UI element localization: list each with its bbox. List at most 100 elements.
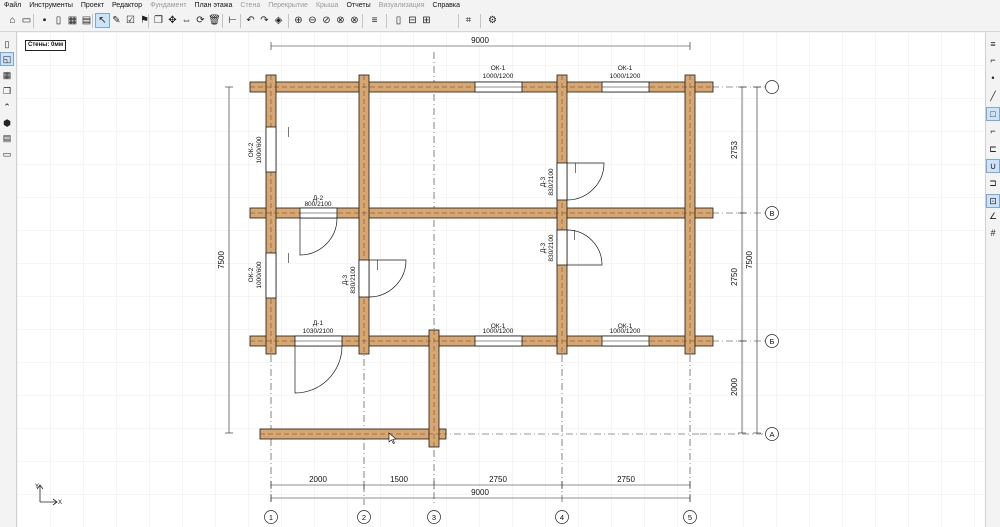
menu-item-12[interactable]: Справка [429, 0, 464, 11]
zoom-fit-icon[interactable]: ⊗ [334, 14, 347, 27]
layers-icon[interactable]: ◈ [272, 14, 285, 27]
stair-icon[interactable]: ⊏ [987, 143, 999, 155]
pan-right-icon[interactable]: ⊘ [320, 14, 333, 27]
select-arrow-icon[interactable]: ↖ [95, 13, 110, 28]
axis-letter: Б [770, 337, 775, 346]
list-icon[interactable]: ≡ [368, 14, 381, 27]
roof-icon[interactable]: ⌃ [1, 101, 13, 113]
menu-icon[interactable]: ≡ [987, 38, 999, 50]
grid-snap-icon[interactable]: # [987, 227, 999, 239]
opening [556, 229, 568, 266]
lines-icon[interactable]: ⊟ [406, 14, 419, 27]
window-size: 1000/1200 [610, 328, 641, 335]
snap-icon[interactable]: ⊐ [987, 177, 999, 189]
crop-icon[interactable]: ⌗ [462, 14, 475, 27]
menu-bar: Файл Инструменты Проект Редактор Фундамент Пл… [0, 0, 1000, 11]
redo-icon[interactable]: ↷ [258, 14, 271, 27]
menu-item-2[interactable]: Инструменты [25, 0, 77, 11]
dim-total-top: 9000 [471, 36, 489, 45]
menu-item-10[interactable]: Отчеты [342, 0, 374, 11]
opening [265, 126, 277, 173]
ucs-x-label: X [58, 500, 62, 506]
menu-item-9[interactable]: Крыша [312, 0, 343, 11]
toolbar-separator [458, 14, 459, 28]
angle-icon[interactable]: ∠ [987, 210, 999, 222]
toolbar-separator [362, 14, 363, 28]
book-icon[interactable]: ▯ [52, 14, 65, 27]
axis-number: 3 [432, 513, 436, 522]
copy-layer-icon[interactable]: ❐ [1, 85, 13, 97]
opening [358, 259, 370, 298]
undo-icon[interactable]: ↶ [244, 14, 257, 27]
step-icon[interactable]: ⌐ [987, 125, 999, 137]
menu-item-5[interactable]: Фундамент [146, 0, 190, 11]
stack-icon[interactable]: ▭ [1, 148, 13, 160]
grid-icon[interactable]: ▦ [66, 14, 79, 27]
toolbar-separator [288, 14, 289, 28]
rotate-icon[interactable]: ⟳ [194, 14, 207, 27]
menu-item-4[interactable]: Редактор [108, 0, 146, 11]
drawing-canvas[interactable]: ОК-1 1000/1200 ОК-1 1000/1200 ОК-1 1000/1200 О… [17, 32, 984, 527]
dim-total-bottom: 9000 [471, 488, 489, 497]
door-size: 1030/2100 [303, 328, 334, 335]
main-toolbar: ⌂ ▭ ▪ ▯ ▦ ▤ ↖ ✎ ☑ ⚑ ❐ ✥ ⇔ ⟳ 🗑 ⊢ ↶ ↷ ◈ ⊕ ⊖ ⊘ ⊗ ⊗ ≡ ▯ ⊟ ⊞ ⌗ ⚙ [0, 11, 1000, 32]
dim-segment-bottom: 2750 [617, 475, 635, 484]
window-size: 1000/600 [256, 261, 263, 288]
plan-view-icon[interactable]: ◱ [0, 52, 14, 66]
grid-small-icon[interactable]: ▤ [1, 132, 13, 144]
menu-item-1[interactable]: Файл [0, 0, 25, 11]
floor-plan[interactable]: ОК-11000/1200ОК-11000/1200ОК-11000/1200О… [17, 32, 984, 527]
save-icon[interactable]: ▪ [38, 14, 51, 27]
menu-item-8[interactable]: Перекрытие [264, 0, 312, 11]
window-label: ОК-1 [618, 65, 633, 72]
toolbar-separator [480, 14, 481, 28]
dim-segment-bottom: 2750 [489, 475, 507, 484]
cancel-icon[interactable]: ⊗ [348, 14, 361, 27]
window-label: ОК-2 [248, 142, 255, 157]
door-label: Д-3 [540, 177, 547, 188]
axis-letter: В [769, 209, 774, 218]
flag-icon[interactable]: ⚑ [138, 14, 151, 27]
rectangle-icon[interactable]: □ [986, 107, 1000, 121]
3d-view-icon[interactable]: ⬢ [1, 117, 13, 129]
menu-item-11[interactable]: Визуализация [375, 0, 429, 11]
settings-icon[interactable]: ⚙ [486, 14, 499, 27]
menu-item-7[interactable]: Стена [236, 0, 264, 11]
move-icon[interactable]: ✥ [166, 14, 179, 27]
pan-left-icon[interactable]: ⊖ [306, 14, 319, 27]
copy-icon[interactable]: ❐ [152, 14, 165, 27]
right-tool-panel: ≡ ⌐ • ╱ □ ⌐ ⊏ ∪ ⊐ ⊡ ∠ # [985, 32, 1000, 527]
page-icon[interactable]: ▯ [1, 38, 13, 50]
delete-icon[interactable]: 🗑 [208, 14, 221, 27]
ucs-y-label: Y [35, 484, 39, 490]
wall-thickness-indicator: Стены: 0мм [25, 40, 67, 51]
axis-number: 5 [688, 513, 692, 522]
window-icon[interactable]: ⊞ [420, 14, 433, 27]
dimension-icon[interactable]: ⊢ [226, 14, 239, 27]
zoom-in-icon[interactable]: ⊕ [292, 14, 305, 27]
point-icon[interactable]: • [987, 72, 999, 84]
dim-segment-bottom: 2000 [309, 475, 327, 484]
window-size: 1000/600 [256, 136, 263, 163]
menu-item-6[interactable]: План этажа [191, 0, 237, 11]
pencil-icon[interactable]: ✎ [110, 14, 123, 27]
open-folder-icon[interactable]: ▭ [20, 14, 33, 27]
frame-icon[interactable]: ▯ [392, 14, 405, 27]
wall-icon[interactable]: ▦ [1, 69, 13, 81]
table-icon[interactable]: ▤ [80, 14, 93, 27]
axis-number: 2 [362, 513, 366, 522]
checkbox-icon[interactable]: ☑ [124, 14, 137, 27]
toolbar-separator [33, 14, 34, 28]
ortho-icon[interactable]: ⊡ [986, 194, 1000, 208]
magnet-icon[interactable]: ∪ [986, 159, 1000, 173]
polyline-icon[interactable]: ⌐ [987, 54, 999, 66]
menu-item-3[interactable]: Проект [77, 0, 108, 11]
line-icon[interactable]: ╱ [987, 90, 999, 102]
dim-segment-right: 2000 [730, 378, 739, 396]
canvas-grid [17, 32, 984, 527]
dim-total-left: 7500 [217, 251, 226, 269]
dim-segment-bottom: 1500 [390, 475, 408, 484]
new-project-icon[interactable]: ⌂ [6, 14, 19, 27]
mirror-icon[interactable]: ⇔ [180, 14, 193, 27]
door-size: 830/2100 [350, 266, 357, 293]
